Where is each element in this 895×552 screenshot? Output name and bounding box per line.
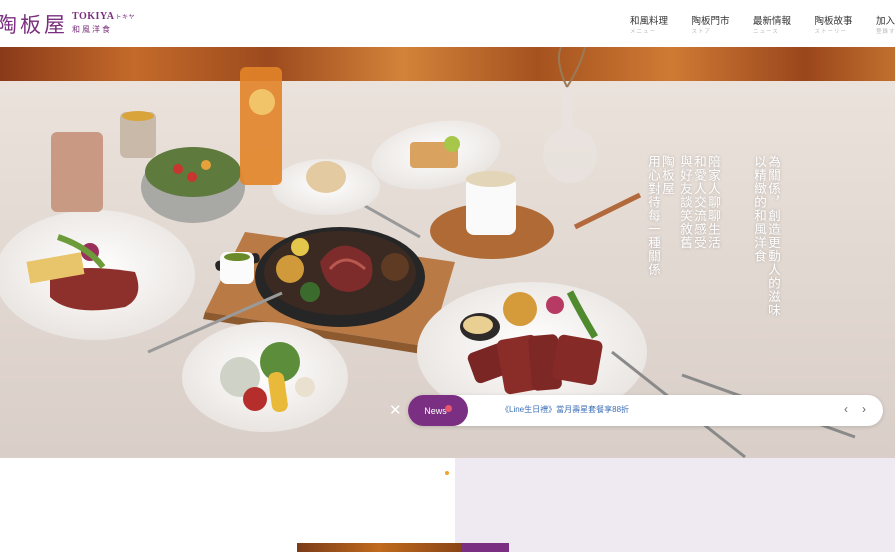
- slogan-col-6: 陶板屋: [660, 155, 675, 196]
- news-dot-icon: [444, 405, 452, 412]
- nav-label: 加入會: [876, 16, 895, 27]
- brand-logo[interactable]: 陶板屋 TOKIYAトキヤ 和風洋食: [0, 12, 135, 38]
- nav-label: 最新情報: [753, 16, 792, 27]
- chevron-left-icon[interactable]: ‹: [844, 402, 848, 416]
- slogan-col-7: 用心對待每一種關係: [646, 155, 661, 277]
- news-ticker: News 《Line生日禮》當月壽星套餐享88折 ‹ ›: [408, 395, 883, 426]
- lower-section-bg: [455, 458, 895, 552]
- nav-sublabel: 登錄す: [876, 29, 895, 35]
- promo-image[interactable]: [297, 543, 509, 552]
- site-header: 陶板屋 TOKIYAトキヤ 和風洋食 和風料理 メニュー 陶板門市 ストア 最新…: [0, 0, 895, 47]
- nav-item-news[interactable]: 最新情報 ニュース: [753, 16, 815, 36]
- news-link[interactable]: 《Line生日禮》當月壽星套餐享88折: [501, 404, 629, 415]
- chevron-right-icon[interactable]: ›: [862, 402, 866, 416]
- slogan-col-3: 陪家人聊聊生活: [706, 155, 721, 250]
- promo-image-photo: [297, 543, 461, 552]
- nav-sublabel: ストーリー: [814, 29, 848, 35]
- slogan-col-1: 以精緻的和風洋食: [752, 155, 767, 263]
- main-nav: 和風料理 メニュー 陶板門市 ストア 最新情報 ニュース 陶板故事 ストーリー …: [630, 16, 895, 36]
- nav-item-story[interactable]: 陶板故事 ストーリー: [815, 16, 877, 36]
- slogan-col-5: 與好友談笑敘舊: [678, 155, 693, 250]
- nav-item-join[interactable]: 加入會 登錄す: [876, 16, 895, 36]
- nav-label: 陶板門市: [691, 16, 730, 27]
- news-tag-button[interactable]: News: [408, 395, 468, 426]
- brand-name-cn: 陶板屋: [0, 13, 68, 37]
- nav-sublabel: ストア: [691, 29, 712, 35]
- brand-name-en: TOKIYAトキヤ: [72, 11, 135, 22]
- slogan-col-2: 為關係，創造更動人的滋味: [766, 155, 781, 317]
- nav-sublabel: メニュー: [630, 29, 657, 35]
- brand-subtitle: TOKIYAトキヤ 和風洋食: [72, 12, 135, 35]
- slogan-col-4: 和愛人交流感受: [692, 155, 707, 250]
- brand-tagline: 和風洋食: [72, 25, 112, 34]
- carousel-dot-1[interactable]: [445, 471, 449, 475]
- nav-sublabel: ニュース: [753, 29, 779, 35]
- nav-item-stores[interactable]: 陶板門市 ストア: [692, 16, 754, 36]
- nav-label: 陶板故事: [814, 16, 853, 27]
- nav-item-menu[interactable]: 和風料理 メニュー: [630, 16, 692, 36]
- promo-image-accent: [461, 543, 509, 552]
- news-tag-label: News: [424, 405, 447, 416]
- close-icon[interactable]: ✕: [389, 401, 402, 419]
- nav-label: 和風料理: [630, 16, 669, 27]
